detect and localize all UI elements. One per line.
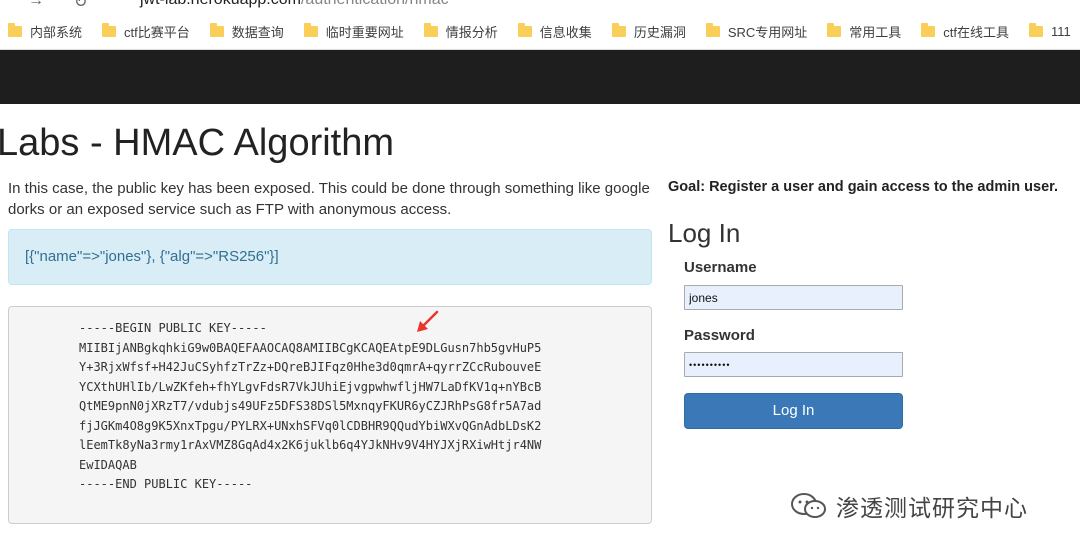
url-path: /authentication/hmac (301, 0, 449, 8)
public-key-line: lEemTk8yNa3rmy1rAxVMZ8GqAd4x2K6juklb6q4Y… (79, 438, 542, 452)
bookmark-label: ctf在线工具 (943, 25, 1010, 40)
bookmark-folder[interactable]: 临时重要网址 (303, 22, 404, 41)
url-text[interactable]: jwt-lab.herokuapp.com/authentication/hma… (140, 0, 449, 9)
folder-icon (209, 23, 224, 37)
public-key-line: YCXthUHlIb/LwZKfeh+fhYLgvFdsR7VkJUhiEjvg… (79, 379, 542, 394)
public-key-line: EwIDAQAB (79, 457, 137, 472)
url-host: jwt-lab.herokuapp.com (140, 0, 301, 8)
bookmark-label: SRC专用网址 (727, 25, 808, 40)
bookmark-folder[interactable]: 内部系统 (8, 22, 82, 41)
watermark: 渗透测试研究中心 (790, 489, 1028, 523)
login-button[interactable]: Log In (684, 393, 903, 429)
goal-text: Goal: Register a user and gain access to… (668, 179, 1059, 195)
bookmark-folder[interactable]: 信息收集 (517, 22, 592, 41)
folder-icon (517, 23, 532, 37)
bookmark-folder[interactable]: ctf比赛平台 (102, 22, 190, 41)
bookmark-folder[interactable]: 情报分析 (423, 22, 498, 41)
password-label: Password (684, 327, 755, 344)
public-key-line: -----END PUBLIC KEY----- (79, 477, 253, 491)
public-key-line: MIIBIjANBgkqhkiG9w0BAQEFAAOCAQ8AMIIBCgKC… (79, 340, 542, 355)
bookmark-folder[interactable]: 111 (1029, 23, 1071, 39)
bookmark-label: 常用工具 (849, 25, 902, 40)
watermark-text: 渗透测试研究中心 (836, 496, 1028, 522)
username-label: Username (684, 259, 757, 276)
bookmark-label: 临时重要网址 (325, 25, 404, 40)
password-input[interactable] (684, 352, 903, 377)
info-alert: [{"name"=>"jones"}, {"alg"=>"RS256"}] (8, 229, 652, 285)
bookmark-folder[interactable]: ctf在线工具 (921, 22, 1009, 41)
folder-icon (8, 23, 22, 37)
public-key-line: QtME9pnN0jXRzT7/vdubjs49UFz5DFS38DSl5Mxn… (79, 399, 542, 413)
bookmark-label: 情报分析 (445, 25, 498, 40)
wechat-icon (791, 493, 826, 518)
folder-icon (705, 23, 720, 37)
folder-icon (921, 23, 936, 37)
bookmark-label: 信息收集 (539, 25, 592, 40)
bookmark-label: 数据查询 (231, 25, 284, 40)
folder-icon (1029, 23, 1044, 37)
bookmark-folder[interactable]: 数据查询 (209, 22, 284, 41)
bookmark-label: ctf比赛平台 (124, 25, 190, 40)
folder-icon (303, 23, 318, 37)
bookmark-label: 内部系统 (30, 25, 83, 40)
address-bar[interactable]: → ↻ jwt-lab.herokuapp.com/authentication… (0, 0, 1080, 14)
red-arrow-icon (417, 310, 439, 332)
forward-arrow-icon[interactable]: → (28, 0, 44, 10)
bookmark-label: 历史漏洞 (633, 25, 686, 40)
public-key-block: -----BEGIN PUBLIC KEY----- MIIBIjANBgkqhk… (8, 306, 652, 524)
public-key-line: fjJGKm4O8g9K5XnxTpgu/PYLRX+UNxhSFVq0lCDB… (79, 418, 542, 433)
folder-icon (827, 23, 842, 37)
login-heading: Log In (668, 218, 741, 248)
bookmark-folder[interactable]: 历史漏洞 (611, 22, 686, 41)
top-navbar (0, 50, 1080, 104)
bookmark-folder[interactable]: SRC专用网址 (705, 22, 808, 41)
public-key-line: -----BEGIN PUBLIC KEY----- (79, 321, 267, 335)
bookmark-label: 111 (1051, 24, 1071, 39)
intro-text: In this case, the public key has been ex… (8, 180, 650, 218)
username-input[interactable] (684, 285, 903, 310)
public-key-line: Y+3RjxWfsf+H42JuCSyhfzTrZz+DQreBJIFqz0Hh… (79, 360, 542, 374)
folder-icon (423, 23, 438, 37)
reload-icon[interactable]: ↻ (74, 0, 87, 12)
folder-icon (611, 23, 626, 37)
bookmark-folder[interactable]: 常用工具 (827, 22, 901, 41)
page-title: Labs - HMAC Algorithm (0, 122, 395, 164)
folder-icon (102, 23, 117, 37)
bookmarks-bar: 内部系统 ctf比赛平台 数据查询 临时重要网址 情报分析 信息收集 历史漏洞 … (0, 14, 1080, 50)
